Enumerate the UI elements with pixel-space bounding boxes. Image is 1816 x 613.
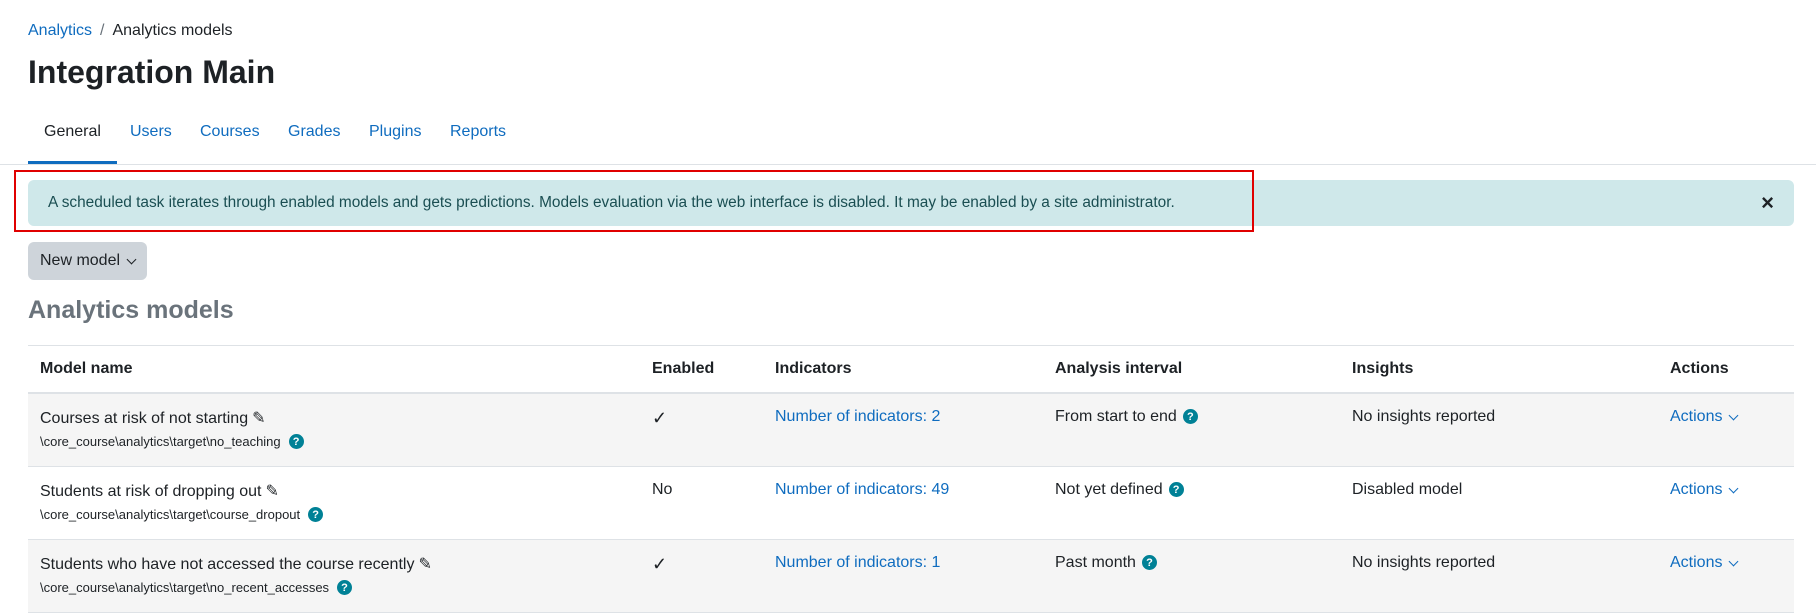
interval-text: Past month	[1055, 554, 1136, 571]
actions-label: Actions	[1670, 408, 1723, 425]
header-analysis-interval: Analysis interval	[1043, 345, 1340, 394]
actions-cell: Actions	[1658, 539, 1794, 613]
breadcrumb-analytics-link[interactable]: Analytics	[28, 22, 92, 40]
actions-label: Actions	[1670, 554, 1723, 571]
question-circle-icon[interactable]: ?	[1182, 409, 1198, 425]
model-name: Students who have not accessed the cours…	[40, 556, 415, 573]
breadcrumb-current: Analytics models	[112, 22, 233, 39]
new-model-label: New model	[40, 252, 121, 269]
actions-menu-button[interactable]: Actions	[1670, 408, 1739, 426]
tab-bar: General Users Courses Grades Plugins Rep…	[0, 108, 1816, 165]
section-title: Analytics models	[28, 296, 234, 324]
model-name-cell: Courses at risk of not starting ✎ \core_c…	[28, 393, 640, 467]
models-table: Model name Enabled Indicators Analysis i…	[28, 345, 1794, 613]
table-header-row: Model name Enabled Indicators Analysis i…	[28, 345, 1794, 394]
model-target-row: \core_course\analytics\target\no_recent_…	[40, 580, 628, 595]
insights-cell: No insights reported	[1340, 393, 1658, 467]
tab-courses[interactable]: Courses	[200, 108, 260, 164]
interval-cell: From start to end?	[1043, 393, 1340, 467]
table-row: Students at risk of dropping out ✎ \core_…	[28, 466, 1794, 540]
enabled-cell: ✓	[640, 539, 763, 613]
chevron-down-icon	[126, 254, 137, 264]
header-actions: Actions	[1658, 345, 1794, 394]
header-insights: Insights	[1340, 345, 1658, 394]
chevron-down-icon	[1729, 556, 1739, 566]
new-model-button[interactable]: New model	[28, 242, 148, 280]
info-alert: A scheduled task iterates through enable…	[28, 180, 1794, 226]
header-indicators: Indicators	[763, 345, 1043, 394]
insights-cell: No insights reported	[1340, 539, 1658, 613]
question-circle-icon[interactable]: ?	[308, 507, 324, 522]
interval-text: From start to end	[1055, 408, 1177, 425]
chevron-down-icon	[1729, 410, 1739, 420]
model-target-row: \core_course\analytics\target\course_dro…	[40, 507, 628, 522]
check-icon: ✓	[652, 408, 668, 428]
model-name-cell: Students at risk of dropping out ✎ \core_…	[28, 466, 640, 540]
pencil-icon[interactable]: ✎	[418, 554, 431, 574]
tab-users[interactable]: Users	[130, 108, 172, 164]
interval-cell: Not yet defined?	[1043, 466, 1340, 540]
model-name: Courses at risk of not starting	[40, 410, 249, 427]
question-circle-icon[interactable]: ?	[1141, 555, 1157, 571]
actions-cell: Actions	[1658, 466, 1794, 540]
pencil-icon[interactable]: ✎	[265, 481, 278, 501]
table-row: Courses at risk of not starting ✎ \core_c…	[28, 393, 1794, 467]
indicators-link[interactable]: Number of indicators: 49	[775, 481, 949, 498]
model-target: \core_course\analytics\target\course_dro…	[40, 507, 301, 522]
tab-grades[interactable]: Grades	[288, 108, 340, 164]
alert-message: A scheduled task iterates through enable…	[48, 194, 1175, 211]
tab-reports[interactable]: Reports	[450, 108, 506, 164]
close-icon[interactable]: ×	[1761, 180, 1774, 226]
check-icon: ✓	[652, 554, 668, 574]
indicators-cell: Number of indicators: 1	[763, 539, 1043, 613]
actions-cell: Actions	[1658, 393, 1794, 467]
model-target-row: \core_course\analytics\target\no_teachin…	[40, 434, 628, 449]
question-circle-icon[interactable]: ?	[288, 434, 304, 449]
breadcrumb-separator: /	[100, 22, 105, 39]
indicators-link[interactable]: Number of indicators: 1	[775, 554, 940, 571]
model-name: Students at risk of dropping out	[40, 483, 262, 500]
chevron-down-icon	[1729, 483, 1739, 493]
model-target: \core_course\analytics\target\no_recent_…	[40, 580, 330, 595]
actions-menu-button[interactable]: Actions	[1670, 481, 1739, 499]
table-row: Students who have not accessed the cours…	[28, 539, 1794, 613]
pencil-icon[interactable]: ✎	[252, 408, 265, 428]
model-name-cell: Students who have not accessed the cours…	[28, 539, 640, 613]
actions-menu-button[interactable]: Actions	[1670, 554, 1739, 572]
interval-cell: Past month?	[1043, 539, 1340, 613]
model-target: \core_course\analytics\target\no_teachin…	[40, 434, 281, 449]
indicators-cell: Number of indicators: 49	[763, 466, 1043, 540]
question-circle-icon[interactable]: ?	[1168, 482, 1184, 498]
header-model-name: Model name	[28, 345, 640, 394]
indicators-cell: Number of indicators: 2	[763, 393, 1043, 467]
interval-text: Not yet defined	[1055, 481, 1163, 498]
enabled-cell: No	[640, 466, 763, 540]
indicators-link[interactable]: Number of indicators: 2	[775, 408, 940, 425]
insights-cell: Disabled model	[1340, 466, 1658, 540]
actions-label: Actions	[1670, 481, 1723, 498]
header-enabled: Enabled	[640, 345, 763, 394]
enabled-cell: ✓	[640, 393, 763, 467]
tab-plugins[interactable]: Plugins	[369, 108, 421, 164]
page-title: Integration Main	[28, 54, 276, 90]
breadcrumb: Analytics / Analytics models	[28, 22, 233, 40]
question-circle-icon[interactable]: ?	[337, 580, 353, 595]
tab-general[interactable]: General	[28, 108, 117, 164]
